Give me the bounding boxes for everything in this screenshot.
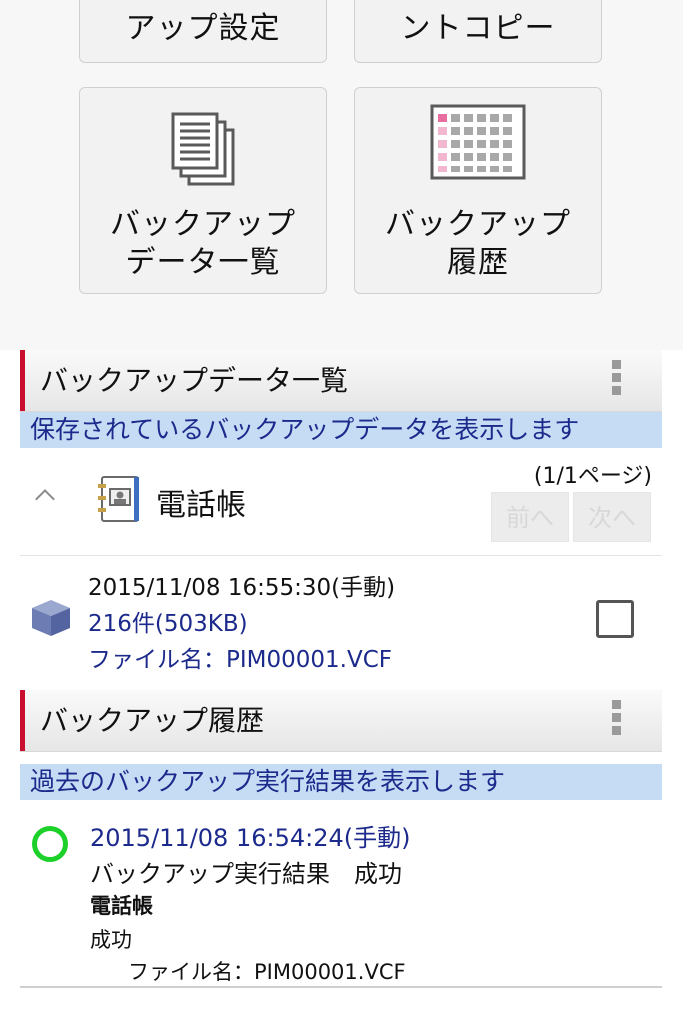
more-options-icon[interactable] bbox=[610, 360, 622, 400]
backup-history-section-header: バックアップ履歴 bbox=[20, 690, 662, 752]
app-settings-tile[interactable]: アップ設定 bbox=[79, 0, 327, 63]
success-circle-icon bbox=[32, 826, 68, 862]
page-indicator: (1/1ページ) bbox=[533, 464, 652, 489]
calendar-icon bbox=[430, 104, 526, 184]
history-filename: ファイル名：PIM00001.VCF bbox=[128, 960, 406, 984]
next-page-button[interactable]: 次へ bbox=[573, 492, 651, 542]
menu-tile-area: アップ設定 ントコピー バックアップ データ一覧 バックアップ 履歴 bbox=[0, 0, 683, 350]
backup-data-description: 保存されているバックアップデータを表示します bbox=[20, 412, 662, 448]
phonebook-title: 電話帳 bbox=[156, 488, 246, 523]
history-result: バックアップ実行結果 成功 bbox=[90, 860, 402, 888]
backup-datetime: 2015/11/08 16:55:30(手動) bbox=[88, 575, 396, 601]
backup-data-section-title: バックアップデータ一覧 bbox=[40, 364, 349, 397]
print-copy-label: ントコピー bbox=[400, 11, 556, 46]
phonebook-icon bbox=[96, 474, 142, 528]
history-datetime: 2015/11/08 16:54:24(手動) bbox=[90, 824, 411, 852]
section-accent bbox=[20, 350, 25, 411]
history-status: 成功 bbox=[90, 928, 132, 952]
backup-history-label: バックアップ 履歴 bbox=[385, 207, 571, 280]
history-category: 電話帳 bbox=[90, 894, 153, 918]
phonebook-group-row[interactable]: 電話帳 (1/1ページ) 前へ 次へ bbox=[20, 448, 662, 556]
backup-cube-icon bbox=[30, 598, 72, 642]
more-options-icon[interactable] bbox=[610, 700, 622, 740]
backup-history-description: 過去のバックアップ実行結果を表示します bbox=[20, 764, 662, 800]
backup-count-size: 216件(503KB) bbox=[88, 611, 248, 637]
backup-list-tile[interactable]: バックアップ データ一覧 bbox=[79, 87, 327, 294]
document-stack-icon bbox=[163, 104, 243, 192]
backup-history-section-title: バックアップ履歴 bbox=[40, 704, 265, 737]
section-accent bbox=[20, 690, 25, 751]
chevron-up-icon[interactable] bbox=[35, 489, 55, 509]
backup-data-section-header: バックアップデータ一覧 bbox=[20, 350, 662, 412]
page: アップ設定 ントコピー バックアップ データ一覧 バックアップ 履歴 バックアッ… bbox=[0, 0, 683, 1024]
app-settings-label: アップ設定 bbox=[125, 11, 281, 46]
select-checkbox[interactable] bbox=[596, 600, 634, 638]
backup-history-tile[interactable]: バックアップ 履歴 bbox=[354, 87, 602, 294]
prev-page-button[interactable]: 前へ bbox=[491, 492, 569, 542]
print-copy-tile[interactable]: ントコピー bbox=[354, 0, 602, 63]
backup-data-item[interactable]: 2015/11/08 16:55:30(手動) 216件(503KB) ファイル… bbox=[20, 558, 662, 676]
backup-list-label: バックアップ データ一覧 bbox=[110, 207, 296, 280]
backup-filename: ファイル名：PIM00001.VCF bbox=[88, 647, 392, 673]
history-item: 2015/11/08 16:54:24(手動) バックアップ実行結果 成功 電話… bbox=[20, 808, 662, 988]
